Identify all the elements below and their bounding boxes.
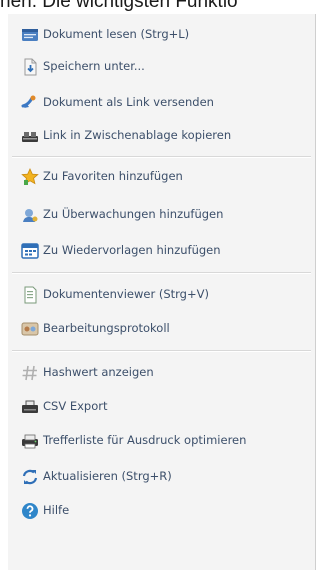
menu-item-speichern-unter[interactable]: Speichern unter...: [8, 52, 315, 82]
menu-item-label: Zu Favoriten hinzufügen: [43, 169, 183, 183]
menu-item-label: Zu Überwachungen hinzufügen: [43, 207, 224, 221]
menu-separator: [12, 350, 311, 352]
printer-icon: [21, 432, 39, 450]
menu-item-zu-wiedervorlagen[interactable]: Zu Wiedervorlagen hinzufügen: [8, 236, 315, 266]
menu-item-label: Trefferliste für Ausdruck optimieren: [43, 433, 247, 447]
context-menu: Dokument lesen (Strg+L) Speichern unter.…: [8, 14, 316, 570]
save-as-icon: [21, 58, 39, 76]
menu-item-link-kopieren[interactable]: Link in Zwischenablage kopieren: [8, 121, 315, 151]
menu-item-aktualisieren[interactable]: Aktualisieren (Strg+R): [8, 462, 315, 492]
menu-item-csv-export[interactable]: CSV Export: [8, 392, 315, 422]
calendar-icon: [21, 242, 39, 260]
protocol-icon: [21, 320, 39, 338]
menu-item-label: Bearbeitungsprotokoll: [43, 321, 170, 335]
star-icon: [21, 168, 39, 186]
background-text: hen. Die wichtigsten Funktio: [0, 0, 238, 12]
menu-item-label: Zu Wiedervorlagen hinzufügen: [43, 243, 221, 257]
help-icon: [21, 502, 39, 520]
document-read-icon: [21, 26, 39, 44]
viewer-icon: [21, 286, 39, 304]
watch-icon: [21, 206, 39, 224]
refresh-icon: [21, 468, 39, 486]
menu-item-label: Link in Zwischenablage kopieren: [43, 128, 232, 142]
menu-item-dokument-lesen[interactable]: Dokument lesen (Strg+L): [8, 20, 315, 50]
menu-item-label: Speichern unter...: [43, 59, 145, 73]
menu-item-label: Hashwert anzeigen: [43, 365, 154, 379]
hash-icon: [21, 364, 39, 382]
menu-item-als-link-versenden[interactable]: Dokument als Link versenden: [8, 88, 315, 118]
menu-item-zu-ueberwachungen[interactable]: Zu Überwachungen hinzufügen: [8, 200, 315, 230]
menu-separator: [12, 156, 311, 158]
menu-item-label: Dokument als Link versenden: [43, 95, 214, 109]
menu-item-label: Aktualisieren (Strg+R): [43, 469, 172, 483]
menu-item-hashwert-anzeigen[interactable]: Hashwert anzeigen: [8, 358, 315, 388]
menu-item-hilfe[interactable]: Hilfe: [8, 496, 315, 526]
menu-item-bearbeitungsprotokoll[interactable]: Bearbeitungsprotokoll: [8, 314, 315, 344]
menu-separator: [12, 272, 311, 274]
menu-item-trefferliste-optimieren[interactable]: Trefferliste für Ausdruck optimieren: [8, 426, 315, 456]
menu-item-label: Dokument lesen (Strg+L): [43, 27, 190, 41]
menu-item-label: Hilfe: [43, 503, 70, 517]
csv-export-icon: [21, 398, 39, 416]
menu-item-label: CSV Export: [43, 399, 108, 413]
clipboard-link-icon: [21, 127, 39, 145]
menu-item-label: Dokumentenviewer (Strg+V): [43, 287, 209, 301]
send-link-icon: [21, 94, 39, 112]
menu-item-zu-favoriten[interactable]: Zu Favoriten hinzufügen: [8, 162, 315, 192]
menu-item-dokumentenviewer[interactable]: Dokumentenviewer (Strg+V): [8, 280, 315, 310]
